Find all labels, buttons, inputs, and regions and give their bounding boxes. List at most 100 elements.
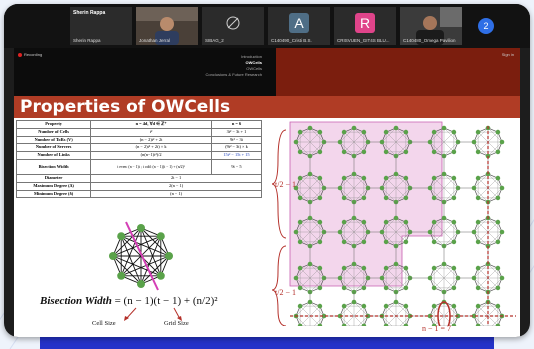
tor-node [297,219,303,225]
tor-node [379,229,385,235]
row-label: Number of ToRs (V) [15,135,92,145]
tor-node [341,219,347,225]
participant-tile[interactable]: A C140490_Cristi B.S. [268,7,330,45]
tor-node [297,149,303,155]
row-label: Number of Cells [15,127,92,137]
meeting-window: Sherin Rappa Sherin Rappa Jonathan Jerra… [4,4,530,337]
participant-tile[interactable]: C140480_Omega Pavilion [400,7,462,45]
tor-node [471,275,477,281]
tor-node [383,129,389,135]
tor-node [317,303,323,309]
table-cell: (n − 2)t² + 2t) × k [90,143,212,153]
tor-node [393,299,399,305]
tor-node [361,175,367,181]
tor-node [297,303,303,309]
table-cell: 2(n − 1) [90,181,262,191]
more-participants-button[interactable]: 2 [478,18,494,34]
tor-node [431,239,437,245]
table-cell: 3t² − 3t + 1 [210,127,263,137]
table-cell: t² [90,127,212,137]
participant-name: C140480_Omega Pavilion [403,38,456,43]
tor-node [393,261,399,267]
table-row: Number of Servers (n − 2)t² + 2t) × k (9t²… [15,143,263,153]
tor-node [307,125,313,131]
table-row: Number of Cells t² 3t² − 3t + 1 [15,127,263,137]
recording-indicator: Recording [18,52,42,57]
tor-node [341,323,347,326]
table-cell: (n − 2)t² + 2t [90,135,212,145]
table-cell: (n(n−1)t²)/2 [90,151,212,160]
participant-name: SIBAG_2 [205,38,224,43]
tor-node [451,323,457,326]
tor-node [361,195,367,201]
tor-node [383,323,389,326]
tor-node [495,285,501,291]
tor-node [361,265,367,271]
tor-node [403,239,409,245]
participant-tile[interactable]: Sherin Rappa Sherin Rappa [70,7,132,45]
tor-node [337,229,343,235]
row-label: Bisection Width [15,158,92,175]
table-cell: t even: (n − 1)t ; t odd: (n − 1)(t − 1)… [90,158,212,175]
tor-node [317,175,323,181]
tor-node [403,129,409,135]
complete-graph-figure [109,221,173,291]
tor-node [383,265,389,271]
tor-node [441,261,447,267]
tor-node [383,239,389,245]
tor-node [361,219,367,225]
tor-node [431,219,437,225]
participant-avatar: A [289,13,309,33]
graph-node [156,271,165,280]
sign-in-link[interactable]: Sign in [502,52,514,57]
tor-node [499,185,505,191]
tor-node [471,185,477,191]
tor-node [383,195,389,201]
tor-node [403,265,409,271]
tor-node [307,171,313,177]
tor-node [451,195,457,201]
tor-node [293,229,299,235]
grid-size-label: Grid Size [164,320,189,327]
tor-node [495,323,501,326]
tor-node [379,185,385,191]
graph-node [117,271,126,280]
participant-name: Jonathan Jerral [139,38,171,43]
table-cell: 15t² − 15t + 15 [210,151,263,160]
tor-node [471,139,477,145]
record-dot-icon [18,52,22,57]
tor-node [475,303,481,309]
brace-bottom [271,245,287,326]
tor-node [495,303,501,309]
column-header: n = 4d, ∀d ∈ ℤ⁺ [90,120,212,129]
tor-node [297,129,303,135]
row-label: Number of Links [15,151,92,160]
tor-node [475,129,481,135]
tor-node [317,219,323,225]
participant-tile[interactable]: Jonathan Jerral [136,7,198,45]
participant-avatar: R [355,13,375,33]
tor-node [293,275,299,281]
tor-node [431,303,437,309]
table-row: Number of ToRs (V) (n − 2)t² + 2t 9t² − 3t [15,135,263,145]
tor-node [317,195,323,201]
tor-node [317,265,323,271]
tor-node [341,303,347,309]
graph-node [137,280,145,288]
participant-tile[interactable]: R CRISVUEN_GIT4S BLU... [334,7,396,45]
tor-node [427,229,433,235]
participant-tile[interactable]: SIBAG_2 [202,7,264,45]
tor-node [361,239,367,245]
tor-node [317,239,323,245]
tor-node [499,139,505,145]
graph-node [156,232,165,241]
tor-node [403,195,409,201]
nav-item[interactable]: Conclusions & Future Research [206,72,262,78]
formula-lhs: Bisection Width [40,295,112,307]
tor-node [403,303,409,309]
grid-label-top: t/2 − 1 [275,180,296,189]
tor-node [361,149,367,155]
cell-size-label: Cell Size [92,320,116,327]
tor-node [297,175,303,181]
tor-node [351,299,357,305]
